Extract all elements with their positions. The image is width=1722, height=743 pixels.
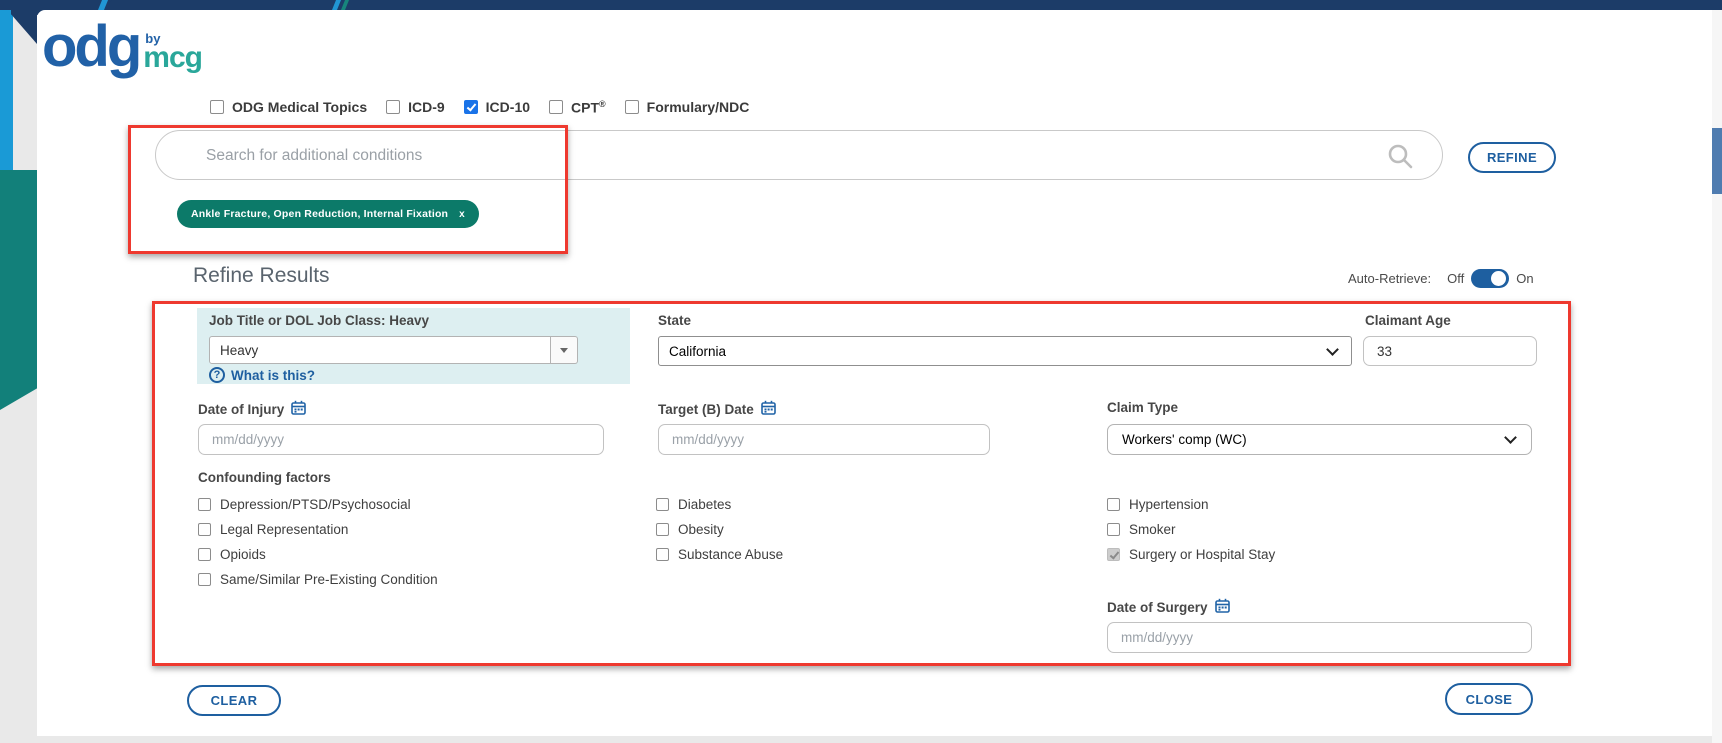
substance-abuse-checkbox[interactable] xyxy=(656,548,669,561)
chevron-down-icon xyxy=(1326,343,1339,356)
claimant-age-input[interactable] xyxy=(1363,336,1537,366)
what-is-this-link[interactable]: ? What is this? xyxy=(209,367,315,383)
page: odg by mcg ODG Medical Topics ICD-9 ICD-… xyxy=(0,0,1722,743)
scope-formulary-ndc[interactable]: Formulary/NDC xyxy=(625,99,750,115)
what-is-this-text: What is this? xyxy=(231,368,315,383)
checkbox-depression[interactable]: Depression/PTSD/Psychosocial xyxy=(198,497,411,512)
left-stripe-blue xyxy=(0,10,13,170)
checkbox-obesity[interactable]: Obesity xyxy=(656,522,724,537)
search-bar xyxy=(155,130,1443,180)
claim-type-select[interactable]: Workers' comp (WC) xyxy=(1107,424,1532,455)
scope-label: ICD-10 xyxy=(486,99,530,115)
scope-label: Formulary/NDC xyxy=(647,99,750,115)
auto-retrieve-off-label: Off xyxy=(1447,271,1464,286)
auto-retrieve-control: Auto-Retrieve: Off On xyxy=(1348,269,1534,288)
auto-retrieve-label: Auto-Retrieve: xyxy=(1348,271,1431,286)
checkbox-surgery-hospital-stay: Surgery or Hospital Stay xyxy=(1107,547,1275,562)
checkbox-hypertension[interactable]: Hypertension xyxy=(1107,497,1209,512)
close-button[interactable]: CLOSE xyxy=(1445,683,1533,715)
condition-chip[interactable]: Ankle Fracture, Open Reduction, Internal… xyxy=(177,200,479,228)
opioids-checkbox[interactable] xyxy=(198,548,211,561)
surgery-hospital-stay-checkbox xyxy=(1107,548,1120,561)
icd9-checkbox[interactable] xyxy=(386,100,400,114)
scrollbar-track[interactable] xyxy=(1712,10,1722,743)
scope-label: ICD-9 xyxy=(408,99,445,115)
corner-wedge xyxy=(11,10,37,44)
top-navy-bar xyxy=(0,0,1722,10)
target-date-label: Target (B) Date xyxy=(658,400,776,418)
scope-icd10[interactable]: ICD-10 xyxy=(464,99,530,115)
chip-remove-icon[interactable]: x xyxy=(459,209,465,220)
claim-type-select-value: Workers' comp (WC) xyxy=(1122,432,1247,447)
job-title-input[interactable]: Heavy xyxy=(209,336,551,364)
obesity-checkbox[interactable] xyxy=(656,523,669,536)
chevron-down-icon xyxy=(1504,431,1517,444)
checkbox-opioids[interactable]: Opioids xyxy=(198,547,266,562)
question-circle-icon: ? xyxy=(209,367,225,383)
cpt-checkbox[interactable] xyxy=(549,100,563,114)
chevron-down-icon xyxy=(560,348,568,353)
checkbox-legal-representation[interactable]: Legal Representation xyxy=(198,522,348,537)
date-of-injury-input[interactable] xyxy=(198,424,604,455)
checkbox-substance-abuse[interactable]: Substance Abuse xyxy=(656,547,783,562)
same-similar-preexisting-checkbox[interactable] xyxy=(198,573,211,586)
registered-mark: ® xyxy=(599,99,606,109)
search-scope-row: ODG Medical Topics ICD-9 ICD-10 CPT® For… xyxy=(210,99,749,116)
date-of-injury-label: Date of Injury xyxy=(198,400,306,418)
odg-mcg-logo: odg by mcg xyxy=(42,18,202,76)
checkbox-smoker[interactable]: Smoker xyxy=(1107,522,1176,537)
legal-representation-checkbox[interactable] xyxy=(198,523,211,536)
hypertension-checkbox[interactable] xyxy=(1107,498,1120,511)
toggle-knob xyxy=(1491,271,1506,286)
scope-odg-medical-topics[interactable]: ODG Medical Topics xyxy=(210,99,367,115)
search-input[interactable] xyxy=(204,132,1388,180)
scrollbar-thumb[interactable] xyxy=(1712,128,1722,194)
job-title-combobox: Heavy xyxy=(209,336,578,364)
logo-odg-text: odg xyxy=(42,18,139,76)
scope-label: ODG Medical Topics xyxy=(232,99,367,115)
search-icon[interactable] xyxy=(1386,142,1414,175)
state-label: State xyxy=(658,313,691,328)
logo-mcg-text: mcg xyxy=(143,43,202,73)
calendar-icon[interactable] xyxy=(761,400,776,418)
calendar-icon[interactable] xyxy=(1215,598,1230,616)
state-select-value: California xyxy=(669,344,726,359)
condition-chip-label: Ankle Fracture, Open Reduction, Internal… xyxy=(191,208,448,220)
confounding-factors-label: Confounding factors xyxy=(198,470,331,485)
scope-label: CPT® xyxy=(571,99,606,116)
scope-cpt[interactable]: CPT® xyxy=(549,99,606,116)
checkbox-diabetes[interactable]: Diabetes xyxy=(656,497,731,512)
clear-button[interactable]: CLEAR xyxy=(187,685,281,716)
refine-results-title: Refine Results xyxy=(193,264,330,288)
icd10-checkbox[interactable] xyxy=(464,100,478,114)
calendar-icon[interactable] xyxy=(291,400,306,418)
formulary-ndc-checkbox[interactable] xyxy=(625,100,639,114)
state-select[interactable]: California xyxy=(658,336,1352,366)
diabetes-checkbox[interactable] xyxy=(656,498,669,511)
claim-type-label: Claim Type xyxy=(1107,400,1178,415)
date-of-surgery-input[interactable] xyxy=(1107,622,1532,653)
checkbox-same-similar-preexisting[interactable]: Same/Similar Pre-Existing Condition xyxy=(198,572,438,587)
auto-retrieve-toggle[interactable] xyxy=(1471,269,1509,288)
claimant-age-label: Claimant Age xyxy=(1365,313,1451,328)
depression-checkbox[interactable] xyxy=(198,498,211,511)
target-date-input[interactable] xyxy=(658,424,990,455)
left-stripe-teal xyxy=(0,170,37,410)
smoker-checkbox[interactable] xyxy=(1107,523,1120,536)
job-title-dropdown-button[interactable] xyxy=(551,336,578,364)
date-of-surgery-label: Date of Surgery xyxy=(1107,598,1230,616)
scope-icd9[interactable]: ICD-9 xyxy=(386,99,445,115)
auto-retrieve-on-label: On xyxy=(1516,271,1533,286)
refine-button[interactable]: REFINE xyxy=(1468,142,1556,173)
odg-medical-topics-checkbox[interactable] xyxy=(210,100,224,114)
job-title-label: Job Title or DOL Job Class: Heavy xyxy=(209,313,429,328)
